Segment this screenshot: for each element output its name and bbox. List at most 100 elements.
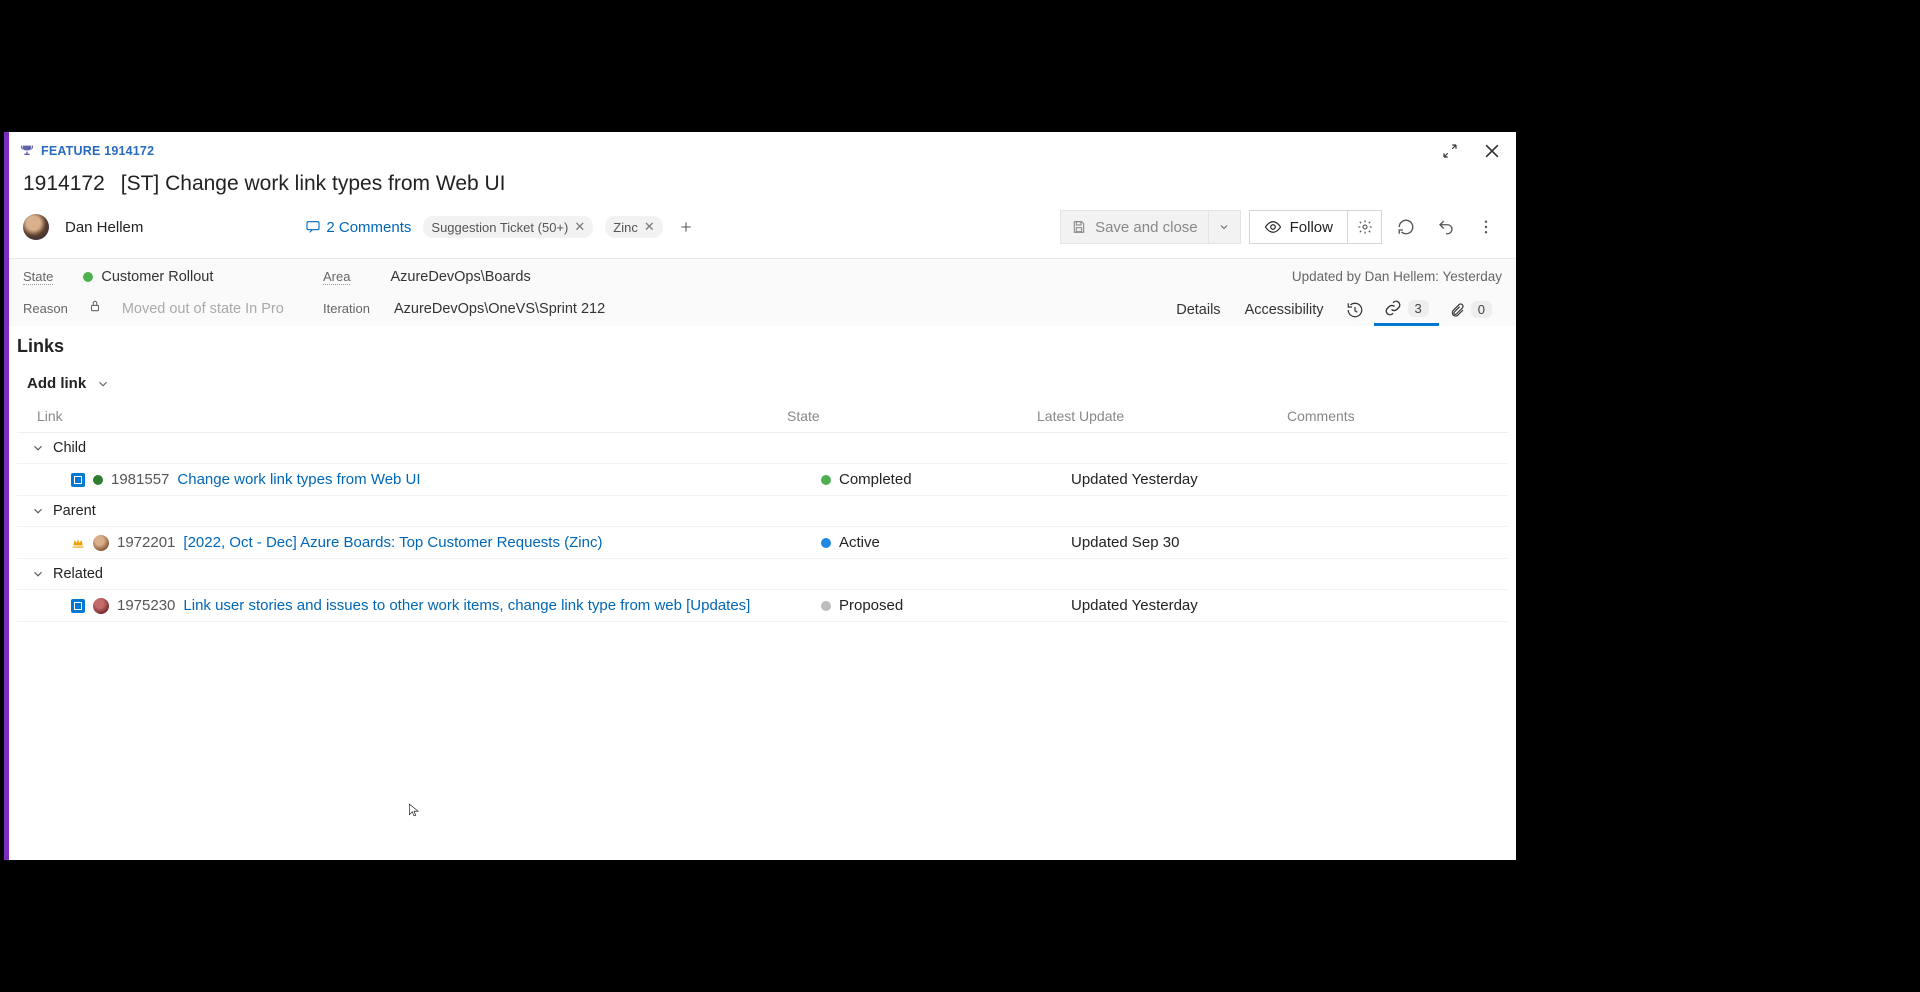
state-value[interactable]: Customer Rollout xyxy=(83,269,213,285)
col-state[interactable]: State xyxy=(787,408,1037,424)
link-row[interactable]: 1975230 Link user stories and issues to … xyxy=(17,590,1508,622)
more-button[interactable] xyxy=(1470,211,1502,243)
assignee-avatar[interactable] xyxy=(23,214,49,240)
col-comments[interactable]: Comments xyxy=(1287,408,1498,424)
link-state: Proposed xyxy=(839,597,903,614)
col-link[interactable]: Link xyxy=(37,408,787,424)
tab-accessibility[interactable]: Accessibility xyxy=(1233,294,1336,326)
close-button[interactable] xyxy=(1478,137,1506,165)
link-row[interactable]: 1981557 Change work link types from Web … xyxy=(17,464,1508,496)
save-dropdown-button[interactable] xyxy=(1209,210,1241,244)
save-icon xyxy=(1071,219,1087,235)
toolbar: Dan Hellem 2 Comments Suggestion Ticket … xyxy=(9,206,1516,259)
dialog-header: FEATURE 1914172 xyxy=(9,132,1516,166)
tab-attachments[interactable]: 0 xyxy=(1439,295,1502,324)
link-title[interactable]: Link user stories and issues to other wo… xyxy=(183,597,750,614)
lock-icon xyxy=(88,299,102,318)
link-id: 1981557 xyxy=(111,471,169,488)
state-value-text: Customer Rollout xyxy=(101,269,213,285)
chevron-down-icon xyxy=(96,377,110,391)
col-updated[interactable]: Latest Update xyxy=(1037,408,1287,424)
comments-count-label: 2 Comments xyxy=(326,219,411,236)
links-count-badge: 3 xyxy=(1408,300,1429,317)
link-id: 1975230 xyxy=(117,597,175,614)
meta-area: Updated by Dan Hellem: Yesterday State C… xyxy=(9,259,1516,326)
assignee-avatar-mini xyxy=(93,598,109,614)
chevron-down-icon xyxy=(31,441,45,455)
save-label: Save and close xyxy=(1095,219,1198,236)
work-item-title[interactable]: [ST] Change work link types from Web UI xyxy=(121,172,506,196)
link-updated: Updated Yesterday xyxy=(1071,597,1321,614)
tag-zinc[interactable]: Zinc ✕ xyxy=(605,216,662,238)
chevron-down-icon xyxy=(31,567,45,581)
expand-button[interactable] xyxy=(1436,137,1464,165)
tab-details[interactable]: Details xyxy=(1164,294,1232,326)
state-label: State xyxy=(23,269,53,285)
add-link-label: Add link xyxy=(27,375,86,392)
link-state: Active xyxy=(839,534,880,551)
undo-icon xyxy=(1437,218,1455,236)
reason-value[interactable]: Moved out of state In Pro xyxy=(122,301,284,317)
group-related[interactable]: Related xyxy=(17,559,1508,590)
refresh-icon xyxy=(1397,218,1415,236)
state-dot-icon xyxy=(83,272,93,282)
kebab-icon xyxy=(1477,218,1495,236)
group-label: Child xyxy=(53,440,86,456)
remove-tag-icon[interactable]: ✕ xyxy=(644,219,655,235)
tag-label: Zinc xyxy=(613,220,638,235)
follow-label: Follow xyxy=(1290,219,1333,236)
tag-suggestion-ticket[interactable]: Suggestion Ticket (50+) ✕ xyxy=(423,216,593,238)
work-item-id: 1914172 xyxy=(23,172,105,196)
save-and-close-button[interactable]: Save and close xyxy=(1060,210,1209,244)
refresh-button[interactable] xyxy=(1390,211,1422,243)
work-item-dialog: FEATURE 1914172 1914172 [ST] Change work… xyxy=(4,132,1516,860)
link-title[interactable]: [2022, Oct - Dec] Azure Boards: Top Cust… xyxy=(183,534,602,551)
follow-button[interactable]: Follow xyxy=(1249,210,1348,244)
tab-strip: Details Accessibility 3 0 xyxy=(1164,293,1502,326)
group-label: Parent xyxy=(53,503,96,519)
group-parent[interactable]: Parent xyxy=(17,496,1508,527)
link-state: Completed xyxy=(839,471,912,488)
trophy-icon xyxy=(19,143,35,159)
history-icon xyxy=(1346,301,1364,319)
iteration-label: Iteration xyxy=(323,301,370,316)
assignee-avatar-mini xyxy=(93,535,109,551)
area-value[interactable]: AzureDevOps\Boards xyxy=(390,269,530,285)
updated-by-text: Updated by Dan Hellem: Yesterday xyxy=(1292,269,1502,284)
chevron-down-icon xyxy=(31,504,45,518)
tab-history[interactable] xyxy=(1336,295,1374,325)
comment-icon xyxy=(305,219,321,235)
link-title[interactable]: Change work link types from Web UI xyxy=(177,471,420,488)
tag-label: Suggestion Ticket (50+) xyxy=(431,220,568,235)
assignee-name[interactable]: Dan Hellem xyxy=(65,219,143,236)
area-label: Area xyxy=(323,269,350,285)
group-child[interactable]: Child xyxy=(17,433,1508,464)
remove-tag-icon[interactable]: ✕ xyxy=(574,219,585,235)
title-row: 1914172 [ST] Change work link types from… xyxy=(9,166,1516,206)
add-link-button[interactable]: Add link xyxy=(17,369,157,402)
work-item-type-label: FEATURE 1914172 xyxy=(41,144,154,158)
link-row[interactable]: 1972201 [2022, Oct - Dec] Azure Boards: … xyxy=(17,527,1508,559)
links-table: Link State Latest Update Comments Child … xyxy=(17,402,1508,622)
link-id: 1972201 xyxy=(117,534,175,551)
links-section: Links Add link Link State Latest Update … xyxy=(9,326,1516,632)
link-updated: Updated Yesterday xyxy=(1071,471,1321,488)
attachments-count-badge: 0 xyxy=(1471,301,1492,318)
plus-icon xyxy=(678,219,694,235)
gear-icon xyxy=(1357,219,1373,235)
add-tag-button[interactable] xyxy=(675,216,697,238)
link-updated: Updated Sep 30 xyxy=(1071,534,1321,551)
state-dot-icon xyxy=(821,601,831,611)
iteration-value[interactable]: AzureDevOps\OneVS\Sprint 212 xyxy=(394,301,605,317)
attachment-icon xyxy=(1449,302,1465,318)
tab-links[interactable]: 3 xyxy=(1374,293,1439,326)
links-heading: Links xyxy=(17,336,1508,357)
reason-label: Reason xyxy=(23,301,68,316)
crown-icon xyxy=(71,536,85,550)
comments-link[interactable]: 2 Comments xyxy=(305,219,411,236)
undo-button[interactable] xyxy=(1430,211,1462,243)
eye-icon xyxy=(1264,218,1282,236)
chevron-down-icon xyxy=(1218,221,1230,233)
settings-button[interactable] xyxy=(1348,210,1382,244)
link-icon xyxy=(1384,299,1402,317)
